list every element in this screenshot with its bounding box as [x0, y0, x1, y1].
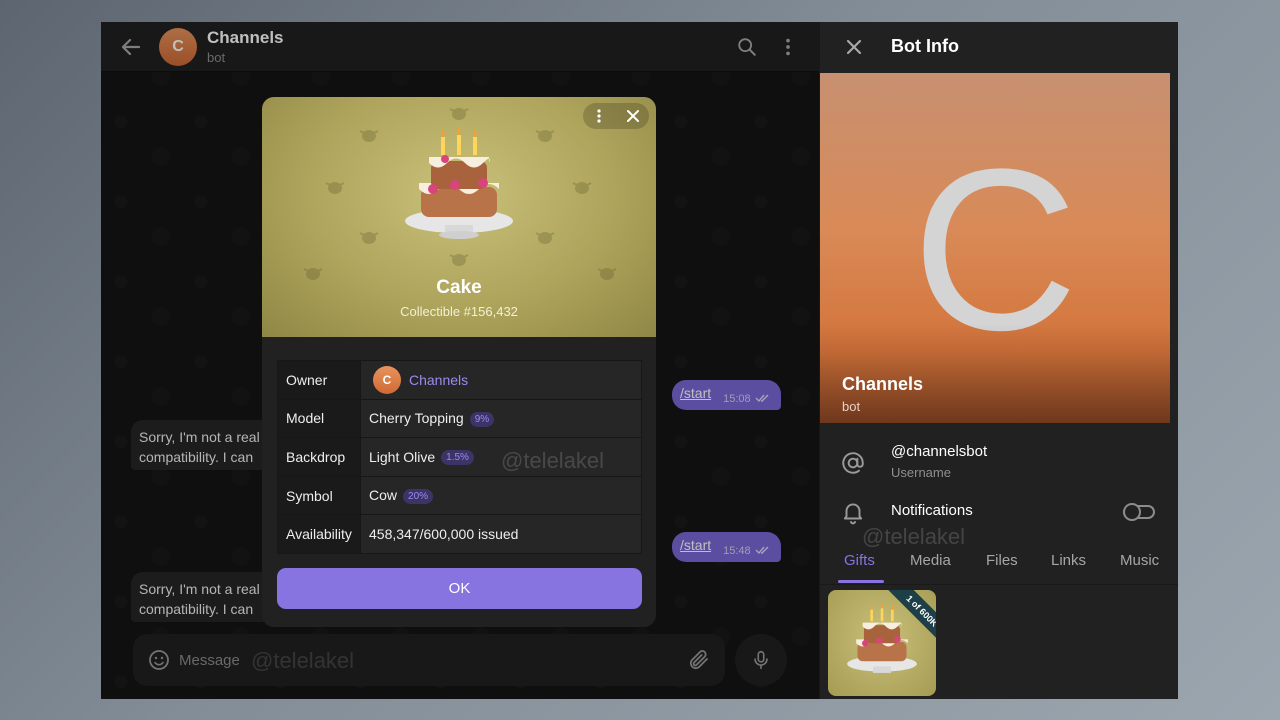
bot-info-panel: Bot Info C Channels bot @channelsbot Use…: [820, 22, 1178, 699]
profile-status: bot: [842, 399, 861, 414]
table-row: Model Cherry Topping 9%: [277, 398, 642, 439]
profile-name: Channels: [842, 374, 924, 394]
telegram-window: C Channels bot /start 15:08 /start 15:48: [101, 22, 1178, 699]
row-value: Cherry Topping 9%: [360, 398, 642, 439]
owner-link[interactable]: Channels: [409, 372, 468, 388]
cow-pattern-icon: [535, 232, 555, 244]
cow-pattern-icon: [449, 108, 469, 120]
close-icon[interactable]: [623, 106, 643, 126]
table-row: Owner C Channels: [277, 360, 642, 400]
tab-files[interactable]: Files: [986, 552, 1018, 569]
more-vertical-icon[interactable]: [589, 106, 609, 126]
cow-pattern-icon: [359, 130, 379, 142]
gift-tile[interactable]: 1 of 600K: [828, 590, 936, 696]
cow-pattern-icon: [535, 130, 555, 142]
rarity-badge: 1.5%: [441, 450, 474, 466]
gift-controls: [583, 103, 649, 129]
tab-media[interactable]: Media: [910, 552, 951, 569]
row-key: Availability: [277, 514, 361, 554]
row-key: Owner: [277, 360, 361, 400]
profile-shade: [820, 323, 1170, 423]
row-key: Model: [277, 398, 361, 439]
tab-links[interactable]: Links: [1051, 552, 1086, 569]
symbol-value: Cow: [369, 487, 398, 504]
notifications-toggle[interactable]: [1123, 503, 1155, 521]
model-value: Cherry Topping: [369, 409, 464, 426]
row-value: Cow 20%: [360, 475, 642, 516]
active-tab-indicator: [838, 580, 884, 583]
row-key: Symbol: [277, 475, 361, 516]
rarity-badge: 9%: [469, 411, 495, 427]
profile-photo[interactable]: C Channels bot: [820, 73, 1170, 423]
backdrop-value: Light Olive: [369, 448, 436, 465]
rarity-badge: 20%: [403, 488, 434, 504]
notifications-label[interactable]: Notifications: [891, 502, 973, 519]
at-sign-icon: [842, 452, 864, 474]
cake-icon: [405, 127, 513, 239]
cow-pattern-icon: [449, 254, 469, 266]
table-row: Availability 458,347/600,000 issued: [277, 514, 642, 554]
bell-icon: [843, 503, 863, 525]
panel-header: Bot Info: [820, 22, 1178, 72]
close-icon[interactable]: [842, 35, 866, 59]
cow-pattern-icon: [359, 232, 379, 244]
media-tabs: Gifts Media Files Links Music: [820, 542, 1178, 584]
gift-collectible-number: Collectible #156,432: [400, 304, 518, 319]
cow-pattern-icon: [325, 182, 345, 194]
username-label: Username: [891, 465, 951, 480]
row-value: C Channels: [360, 360, 642, 400]
username-value[interactable]: @channelsbot: [891, 443, 987, 460]
cow-pattern-icon: [572, 182, 592, 194]
watermark-text: @telelakel: [501, 448, 605, 473]
table-row: Symbol Cow 20%: [277, 475, 642, 516]
ok-button[interactable]: OK: [277, 568, 642, 609]
tab-gifts[interactable]: Gifts: [844, 552, 875, 569]
chat-area: C Channels bot /start 15:08 /start 15:48: [101, 22, 819, 699]
gift-backdrop: Cake Collectible #156,432: [262, 97, 656, 337]
row-key: Backdrop: [277, 437, 361, 477]
availability-value: 458,347/600,000 issued: [360, 514, 642, 554]
tab-music[interactable]: Music: [1120, 552, 1159, 569]
gift-modal: Cake Collectible #156,432 Owner C Channel…: [262, 97, 656, 627]
divider: [820, 584, 1178, 585]
gift-name: Cake: [436, 277, 482, 298]
toggle-knob: [1123, 503, 1141, 521]
owner-avatar[interactable]: C: [373, 365, 401, 394]
panel-title: Bot Info: [891, 36, 959, 56]
